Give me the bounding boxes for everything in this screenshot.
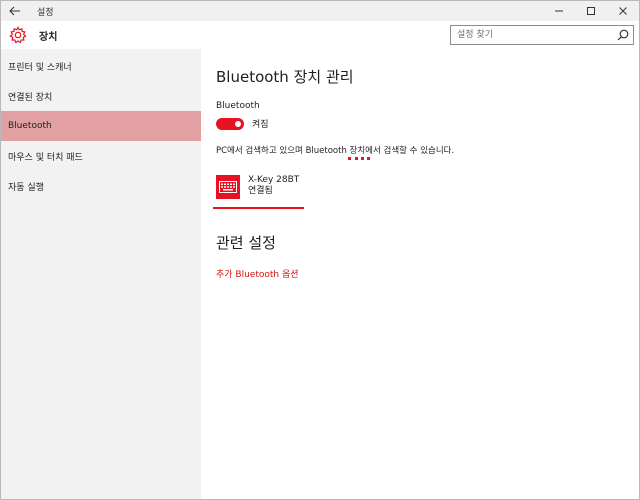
minimize-button[interactable]: [543, 1, 575, 21]
search-box[interactable]: [450, 25, 634, 45]
info-text-bluetooth: Bluetooth: [305, 146, 347, 156]
title-bar: 설정: [1, 1, 639, 21]
sidebar-item-label: Bluetooth: [8, 121, 52, 131]
minimize-icon: [555, 10, 563, 12]
sidebar-item-label: 프린터 및 스캐너: [8, 62, 72, 73]
device-tile: [216, 175, 240, 199]
bluetooth-toggle[interactable]: [216, 117, 244, 130]
bluetooth-toggle-row: 켜짐: [216, 117, 636, 130]
device-text: X-Key 28BT 연결됨: [248, 175, 299, 197]
sidebar-item-label: 연결된 장치: [8, 92, 53, 103]
info-text-after: 장치에서 검색할 수 있습니다.: [346, 146, 455, 156]
sidebar: 프린터 및 스캐너 연결된 장치 Bluetooth 마우스 및 터치 패드 자…: [1, 49, 201, 499]
bluetooth-label: Bluetooth: [216, 101, 260, 111]
toggle-state-label: 켜짐: [252, 120, 269, 130]
maximize-icon: [587, 7, 595, 15]
search-icon[interactable]: [617, 29, 629, 41]
toggle-knob: [235, 120, 241, 127]
window-title: 설정: [37, 7, 54, 18]
discovery-info-text: PC에서 검색하고 있으며 Bluetooth 장치에서 검색할 수 있습니다.: [216, 144, 636, 160]
device-item[interactable]: X-Key 28BT 연결됨: [213, 175, 306, 209]
device-name: X-Key 28BT: [248, 175, 300, 185]
search-input[interactable]: [451, 27, 609, 43]
sidebar-item-label: 마우스 및 터치 패드: [8, 152, 83, 163]
searching-dots: [348, 156, 370, 160]
header: 장치: [1, 21, 639, 49]
back-arrow-icon: [9, 6, 20, 16]
device-status: 연결됨: [248, 186, 273, 196]
sidebar-item-autoplay[interactable]: 자동 실행: [1, 171, 201, 201]
sidebar-item-label: 자동 실행: [8, 182, 44, 193]
info-text-before: PC에서 검색하고 있으며: [216, 146, 306, 156]
related-settings-title: 관련 설정: [216, 234, 276, 252]
close-icon: [619, 7, 627, 15]
more-bluetooth-options-link[interactable]: 추가 Bluetooth 옵션: [216, 267, 299, 280]
window-controls: [543, 1, 639, 21]
main-content: Bluetooth 장치 관리 Bluetooth 켜짐 PC에서 검색하고 있…: [213, 49, 636, 281]
page-title: Bluetooth 장치 관리: [216, 68, 354, 86]
settings-window: 설정 장치 설정 찾기 프린터 및 스캐너 연결된 장치 Bluetooth 마…: [0, 0, 640, 500]
device-selection-underline: [213, 207, 304, 209]
maximize-button[interactable]: [575, 1, 607, 21]
sidebar-item-bluetooth[interactable]: Bluetooth: [1, 111, 201, 141]
keyboard-icon: [219, 181, 237, 193]
sidebar-item-printers[interactable]: 프린터 및 스캐너: [1, 51, 201, 81]
sidebar-item-mouse-touchpad[interactable]: 마우스 및 터치 패드: [1, 141, 201, 171]
page-heading: 장치: [39, 31, 58, 43]
close-button[interactable]: [607, 1, 639, 21]
sidebar-item-connected-devices[interactable]: 연결된 장치: [1, 81, 201, 111]
gear-icon: [9, 26, 27, 44]
back-button[interactable]: [1, 1, 29, 21]
